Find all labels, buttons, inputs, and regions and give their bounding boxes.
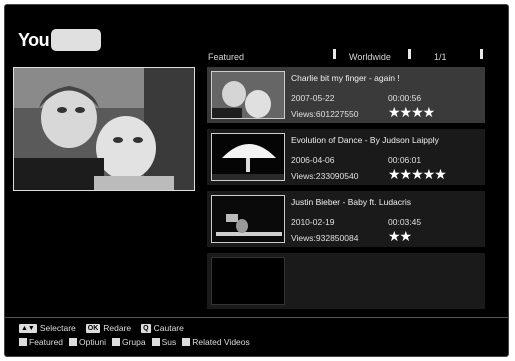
video-views: Views:932850084: [291, 233, 359, 243]
ok-key-icon: OK: [85, 323, 101, 333]
video-thumbnail: [211, 71, 285, 119]
video-thumbnail: [211, 133, 285, 181]
video-duration: 00:06:01: [388, 155, 422, 165]
video-duration: 00:00:56: [388, 93, 422, 103]
region-selector[interactable]: Worldwide: [349, 52, 391, 62]
legend-label: Related Videos: [192, 337, 250, 347]
video-item[interactable]: Justin Bieber - Baby ft. Ludacris 2010-0…: [207, 191, 485, 247]
header-divider: [480, 49, 483, 59]
search-key-icon: Q: [141, 323, 151, 333]
logo-you-text: You: [18, 29, 50, 50]
video-item-empty[interactable]: [207, 253, 485, 309]
youtube-logo: You Tube: [18, 28, 101, 52]
star-rating-icon: ★★★★★: [388, 166, 447, 182]
color-key-related[interactable]: Related Videos: [182, 337, 250, 347]
video-item[interactable]: Charlie bit my finger - again ! 2007-05-…: [207, 67, 485, 123]
header-divider: [408, 49, 411, 59]
footer-divider: [5, 317, 508, 318]
legend-label: Grupa: [121, 337, 146, 347]
tv-screen: You Tube Featured Worldwide 1/1 Charlie …: [4, 4, 509, 357]
color-key-group[interactable]: Grupa: [111, 337, 146, 347]
legend-search: Q Cautare: [141, 323, 184, 333]
video-date: 2010-02-19: [291, 217, 335, 227]
legend-label: Optiuni: [79, 337, 106, 347]
empty-thumbnail: [211, 257, 285, 305]
color-key-icon: [111, 338, 120, 346]
legend-select: ▲▼ Selectare: [19, 323, 76, 333]
thumbnail-image: [212, 134, 284, 180]
video-item[interactable]: Evolution of Dance - By Judson Laipply 2…: [207, 129, 485, 185]
legend-label: Cautare: [153, 323, 184, 333]
section-title: Featured: [208, 52, 245, 62]
video-views: Views:601227550: [291, 109, 359, 119]
page-indicator: 1/1: [434, 52, 447, 62]
color-key-icon: [182, 338, 191, 346]
color-key-options[interactable]: Optiuni: [69, 337, 106, 347]
legend-label: Redare: [103, 323, 132, 333]
legend-label: Selectare: [39, 323, 76, 333]
video-date: 2006-04-06: [291, 155, 335, 165]
video-preview[interactable]: [13, 67, 195, 191]
color-key-icon: [151, 338, 160, 346]
legend-label: Sus: [161, 337, 177, 347]
video-date: 2007-05-22: [291, 93, 335, 103]
color-key-icon: [19, 338, 27, 346]
legend-label: Featured: [29, 337, 64, 347]
video-duration: 00:03:45: [388, 217, 422, 227]
key-legend: ▲▼ Selectare OK Redare Q Cautare: [19, 323, 194, 333]
thumbnail-image: [212, 196, 284, 242]
preview-image: [14, 68, 194, 190]
video-title: Charlie bit my finger - again !: [291, 73, 400, 83]
thumbnail-image: [212, 72, 284, 118]
color-key-featured[interactable]: Featured: [19, 337, 63, 347]
arrows-key-icon: ▲▼: [19, 323, 37, 333]
video-title: Evolution of Dance - By Judson Laipply: [291, 135, 439, 145]
color-key-icon: [69, 338, 78, 346]
star-rating-icon: ★★★★: [388, 104, 435, 120]
legend-play: OK Redare: [85, 323, 132, 333]
video-thumbnail: [211, 195, 285, 243]
header-divider: [333, 49, 336, 59]
logo-tube-text: Tube: [51, 29, 101, 51]
color-key-legend: Featured Optiuni Grupa Sus Related Video…: [19, 337, 256, 347]
star-rating-icon: ★★: [388, 228, 412, 244]
color-key-up[interactable]: Sus: [151, 337, 177, 347]
video-title: Justin Bieber - Baby ft. Ludacris: [291, 197, 412, 207]
video-views: Views:233090540: [291, 171, 359, 181]
